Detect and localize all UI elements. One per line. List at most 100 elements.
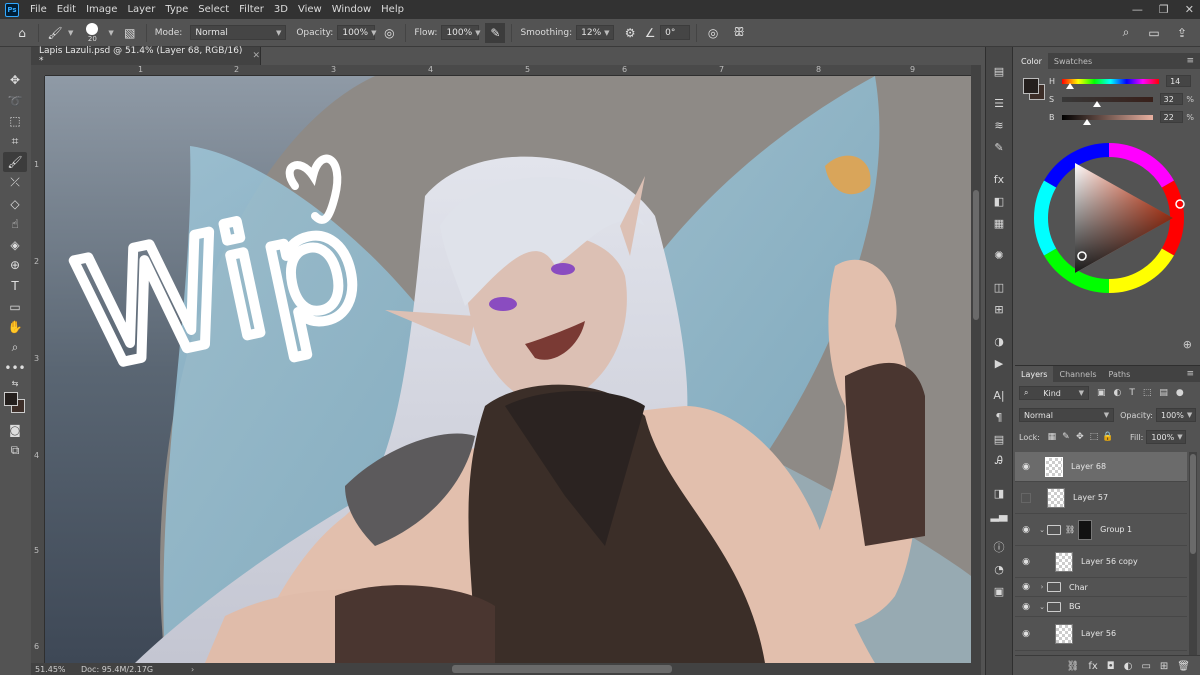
pressure-opacity-icon[interactable]: ◎ [379,23,399,43]
filter-smart-object-icon[interactable]: ▤ [1159,388,1168,398]
chevron-down-icon[interactable]: ▼ [108,29,113,37]
menu-view[interactable]: View [293,4,327,15]
hue-slider[interactable] [1062,78,1160,89]
chevron-down-icon[interactable]: ⌄ [1037,603,1047,611]
quick-mask-icon[interactable]: ◙ [3,420,27,440]
fill-field[interactable]: 100% ▼ [1146,430,1187,444]
type-tool-icon[interactable]: T [3,276,27,296]
menu-window[interactable]: Window [327,4,376,15]
panel-menu-icon[interactable]: ≡ [1186,56,1200,66]
trash-icon[interactable]: 🗑 [1177,661,1190,672]
stamp-tool-icon[interactable]: ⊕ [3,255,27,275]
foreground-color-swatch[interactable] [4,392,18,406]
smudge-tool-icon[interactable]: ☝ [3,214,27,234]
hand-tool-icon[interactable]: ✋ [3,317,27,337]
menu-type[interactable]: Type [160,4,193,15]
layer-row-layer-57[interactable]: Layer 57 [1015,482,1187,514]
saturation-slider-thumb[interactable] [1092,100,1101,107]
layer-opacity-field[interactable]: 100% ▼ [1156,408,1196,422]
tab-color[interactable]: Color [1015,53,1048,69]
move-tool-icon[interactable]: ✥ [3,70,27,90]
shape-tool-icon[interactable]: ▭ [3,297,27,317]
layer-row-group-1[interactable]: ◉ ⌄ ⛓ Group 1 [1015,514,1187,546]
tab-layers[interactable]: Layers [1015,366,1054,382]
filter-shape-icon[interactable]: ⬚ [1143,388,1152,398]
angle-field[interactable]: 0° [660,25,691,40]
tab-paths[interactable]: Paths [1103,366,1137,382]
more-tools-icon[interactable]: ••• [3,358,27,378]
histogram-icon[interactable]: ▂▄ [989,505,1009,525]
brush-tool-preset-icon[interactable]: 🖌 [45,23,65,43]
horizontal-scrollbar-thumb[interactable] [452,665,672,673]
screen-mode-icon[interactable]: ⧉ [3,440,27,460]
layer-comps-icon[interactable]: ▣ [989,581,1009,601]
marquee-tool-icon[interactable]: ⬚ [3,111,27,131]
eye-icon[interactable]: ◉ [1015,582,1037,592]
history-icon[interactable]: ▤ [989,61,1009,81]
saturation-slider[interactable] [1061,96,1153,107]
brightness-slider[interactable] [1061,114,1153,125]
brush-tool-icon[interactable]: 🖌 [3,152,27,173]
brush-settings-icon[interactable]: ≋ [989,115,1009,135]
saturation-value[interactable]: 32 [1159,93,1184,105]
chevron-down-icon[interactable]: ▼ [68,29,73,37]
properties-icon[interactable]: ◑ [989,331,1009,351]
notes-icon[interactable]: ▤ [989,429,1009,449]
lasso-tool-icon[interactable]: ➰ [3,91,27,111]
eye-icon[interactable]: ◉ [1015,462,1037,472]
layers-scrollbar-thumb[interactable] [1190,454,1196,554]
eraser-tool-icon[interactable]: ◇ [3,194,27,214]
zoom-tool-icon[interactable]: ⌕ [3,338,27,358]
filter-toggle-icon[interactable]: ● [1176,388,1184,398]
brush-settings-panel-icon[interactable]: ▧ [120,23,140,43]
workspace-icon[interactable]: ▭ [1144,23,1164,43]
lock-image-icon[interactable]: ✎ [1060,432,1072,442]
airbrush-icon[interactable]: ✎ [485,22,506,43]
tab-channels[interactable]: Channels [1053,366,1102,382]
patterns-icon[interactable]: ▦ [989,213,1009,233]
menu-edit[interactable]: Edit [52,4,81,15]
lock-position-icon[interactable]: ✥ [1074,432,1086,442]
zoom-level[interactable]: 51.45% [31,665,81,674]
link-layers-icon[interactable]: ⛓ [1067,661,1080,672]
menu-filter[interactable]: Filter [234,4,269,15]
brightness-value[interactable]: 22 [1159,111,1184,123]
menu-image[interactable]: Image [81,4,122,15]
eye-icon[interactable]: ◉ [1015,525,1037,535]
tab-swatches[interactable]: Swatches [1048,53,1098,69]
lock-artboard-icon[interactable]: ⬚ [1088,432,1100,442]
horizontal-ruler[interactable]: 1 2 3 4 5 6 7 8 9 [45,65,971,76]
menu-help[interactable]: Help [376,4,409,15]
new-layer-icon[interactable]: ⊞ [1160,661,1168,672]
layer-row-char[interactable]: ◉ › Char [1015,578,1187,597]
menu-file[interactable]: File [25,4,52,15]
share-icon[interactable]: ⇪ [1172,23,1192,43]
tool-presets-icon[interactable]: ✎ [989,137,1009,157]
status-arrow-icon[interactable]: › [191,665,194,674]
close-icon[interactable]: ✕ [252,51,260,61]
gear-icon[interactable]: ⚙ [620,23,640,43]
close-button[interactable]: ✕ [1185,3,1194,16]
brightness-slider-thumb[interactable] [1083,118,1092,125]
timeline-icon[interactable]: ◔ [989,559,1009,579]
new-adjustment-icon[interactable]: ◐ [1124,661,1133,672]
visibility-toggle-off[interactable] [1021,492,1031,503]
pressure-size-icon[interactable]: ◎ [703,23,723,43]
restore-button[interactable]: ❐ [1159,3,1169,16]
vertical-scrollbar-thumb[interactable] [973,190,979,320]
vertical-scrollbar[interactable] [971,65,981,663]
smoothing-field[interactable]: 12% ▼ [576,25,615,40]
paragraph-icon[interactable]: ¶ [989,407,1009,427]
eye-icon[interactable]: ◉ [1015,557,1037,567]
minimize-button[interactable]: — [1132,3,1143,16]
chevron-right-icon[interactable]: › [1037,583,1047,591]
paint-bucket-tool-icon[interactable]: ◈ [3,235,27,255]
lock-all-icon[interactable]: 🔒 [1102,432,1114,442]
info-panel-icon[interactable]: ⊞ [989,299,1009,319]
menu-select[interactable]: Select [193,4,234,15]
eye-icon[interactable]: ◉ [1015,629,1037,639]
flow-field[interactable]: 100% ▼ [441,25,481,40]
blend-mode-select[interactable]: Normal ▼ [1019,408,1115,422]
libraries-icon[interactable]: ◫ [989,277,1009,297]
panel-menu-icon[interactable]: ≡ [1186,369,1200,379]
